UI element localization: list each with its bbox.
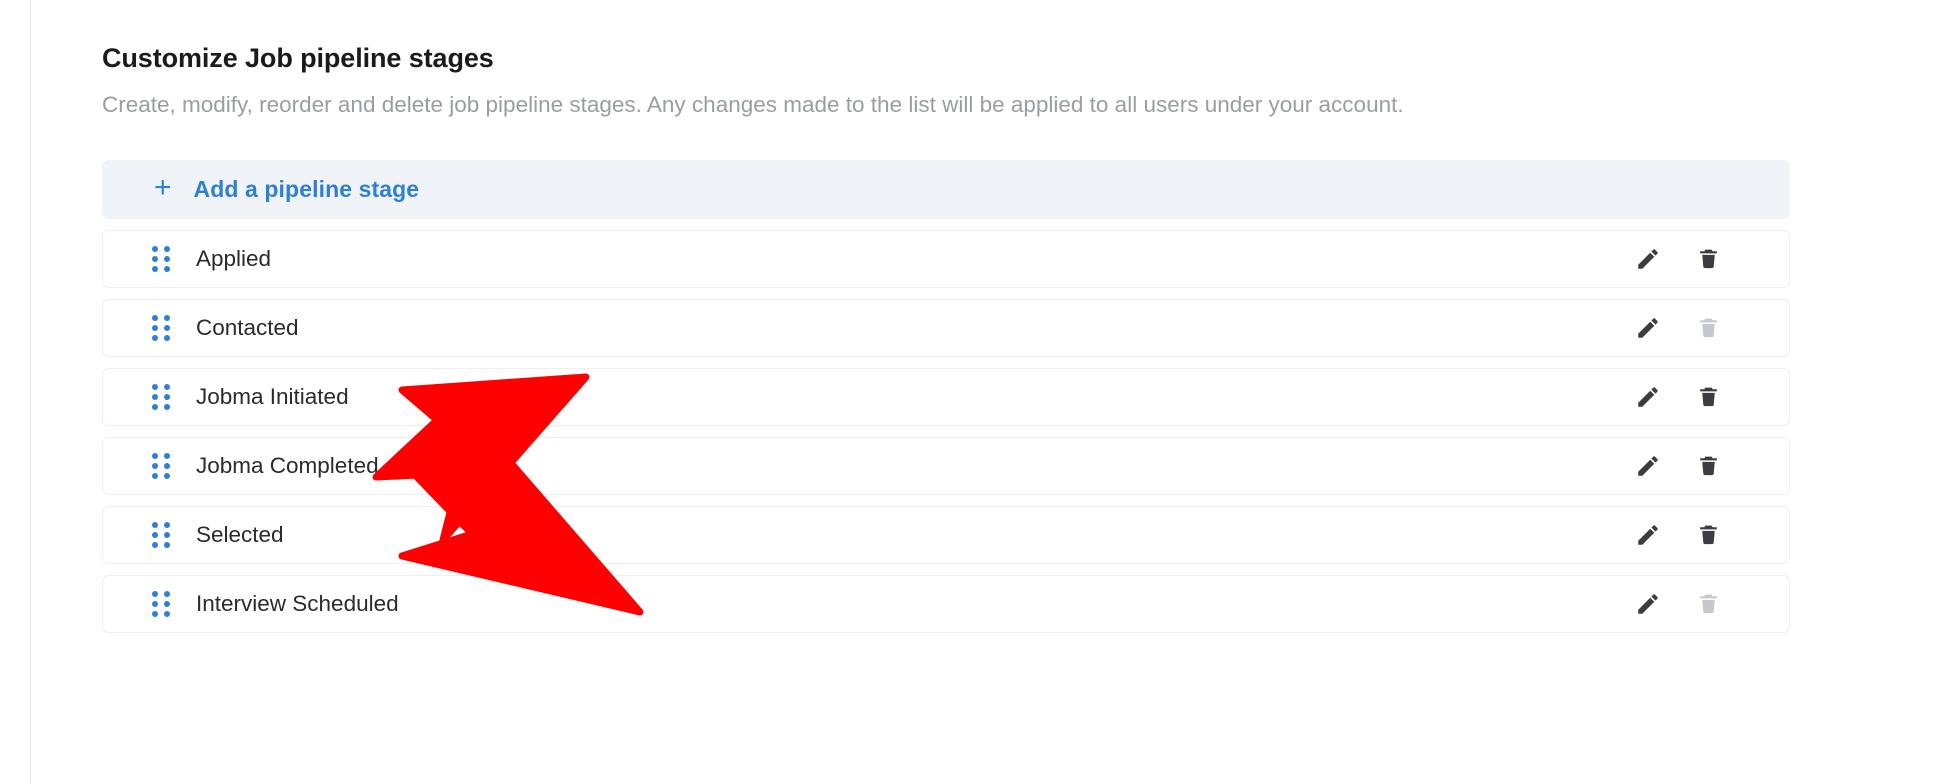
panel-left-divider bbox=[30, 0, 31, 784]
edit-stage-button[interactable] bbox=[1625, 512, 1671, 558]
trash-icon bbox=[1699, 594, 1717, 614]
stage-row[interactable]: Selected bbox=[102, 506, 1790, 564]
pencil-icon bbox=[1638, 525, 1658, 545]
panel-content: Customize Job pipeline stages Create, mo… bbox=[102, 0, 1888, 633]
stage-row[interactable]: Jobma Completed bbox=[102, 437, 1790, 495]
row-actions bbox=[1625, 374, 1731, 420]
stage-rows-container: Applied Contacted Jobma Initiated Jobma Com… bbox=[102, 230, 1790, 633]
edit-stage-button[interactable] bbox=[1625, 236, 1671, 282]
stage-label: Interview Scheduled bbox=[196, 591, 399, 616]
stage-label: Contacted bbox=[196, 315, 299, 340]
pencil-icon bbox=[1638, 249, 1658, 269]
drag-dots-icon[interactable] bbox=[148, 589, 174, 619]
stage-label: Applied bbox=[196, 246, 272, 271]
delete-stage-button[interactable] bbox=[1685, 374, 1731, 420]
stage-row[interactable]: Applied bbox=[102, 230, 1790, 288]
stage-row[interactable]: Contacted bbox=[102, 299, 1790, 357]
row-actions bbox=[1625, 581, 1731, 627]
trash-icon bbox=[1699, 456, 1717, 476]
delete-stage-button bbox=[1685, 581, 1731, 627]
stage-row[interactable]: Jobma Initiated bbox=[102, 368, 1790, 426]
edit-stage-button[interactable] bbox=[1625, 374, 1671, 420]
edit-stage-button[interactable] bbox=[1625, 443, 1671, 489]
row-actions bbox=[1625, 236, 1731, 282]
stage-label: Selected bbox=[196, 522, 284, 547]
delete-stage-button[interactable] bbox=[1685, 443, 1731, 489]
delete-stage-button bbox=[1685, 305, 1731, 351]
page-title: Customize Job pipeline stages bbox=[102, 43, 494, 73]
row-actions bbox=[1625, 305, 1731, 351]
stage-row[interactable]: Interview Scheduled bbox=[102, 575, 1790, 633]
pipeline-stage-list: + Add a pipeline stage Applied Contacted J… bbox=[102, 160, 1790, 633]
add-pipeline-stage-label: Add a pipeline stage bbox=[193, 176, 420, 202]
pencil-icon bbox=[1638, 456, 1658, 476]
pencil-icon bbox=[1638, 318, 1658, 338]
drag-dots-icon[interactable] bbox=[148, 520, 174, 550]
drag-dots-icon[interactable] bbox=[148, 382, 174, 412]
edit-stage-button[interactable] bbox=[1625, 305, 1671, 351]
customize-pipeline-stages-panel: Customize Job pipeline stages Create, mo… bbox=[0, 0, 1958, 784]
row-actions bbox=[1625, 512, 1731, 558]
trash-icon bbox=[1699, 525, 1717, 545]
trash-icon bbox=[1699, 318, 1717, 338]
delete-stage-button[interactable] bbox=[1685, 512, 1731, 558]
row-actions bbox=[1625, 443, 1731, 489]
page-subtitle: Create, modify, reorder and delete job p… bbox=[102, 92, 1404, 117]
stage-label: Jobma Initiated bbox=[196, 384, 349, 409]
stage-label: Jobma Completed bbox=[196, 453, 379, 478]
drag-dots-icon[interactable] bbox=[148, 451, 174, 481]
edit-stage-button[interactable] bbox=[1625, 581, 1671, 627]
add-pipeline-stage-button[interactable]: + Add a pipeline stage bbox=[102, 160, 1790, 219]
delete-stage-button[interactable] bbox=[1685, 236, 1731, 282]
plus-icon: + bbox=[154, 171, 172, 204]
drag-dots-icon[interactable] bbox=[148, 244, 174, 274]
trash-icon bbox=[1699, 387, 1717, 407]
pencil-icon bbox=[1638, 594, 1658, 614]
drag-dots-icon[interactable] bbox=[148, 313, 174, 343]
pencil-icon bbox=[1638, 387, 1658, 407]
trash-icon bbox=[1699, 249, 1717, 269]
